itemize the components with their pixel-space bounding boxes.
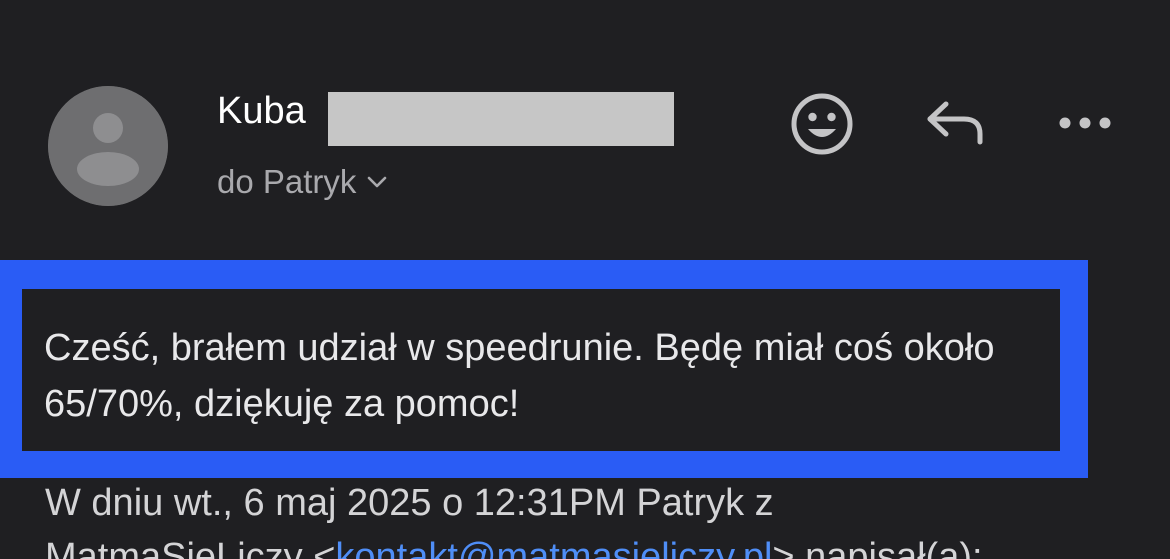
person-avatar-icon <box>48 86 168 206</box>
redacted-surname <box>328 92 674 146</box>
quote-line-sender: MatmaSieLiczy <kontakt@matmasieliczy.pl>… <box>45 530 1155 559</box>
message-body: Cześć, brałem udział w speedrunie. Będę … <box>44 327 995 425</box>
quoted-header: W dniu wt., 6 maj 2025 o 12:31PM Patryk … <box>45 476 1155 559</box>
recipient-label: do Patryk <box>217 163 357 200</box>
sender-name[interactable]: Kuba <box>217 88 306 134</box>
quote-line-date: W dniu wt., 6 maj 2025 o 12:31PM Patryk … <box>45 482 774 524</box>
sender-avatar[interactable] <box>48 86 168 206</box>
reply-button[interactable] <box>924 98 986 148</box>
more-dots-icon <box>1059 117 1111 129</box>
quote-sender-suffix: > napisał(a): <box>772 536 983 559</box>
reply-arrow-icon <box>927 101 983 145</box>
sender-email-link[interactable]: kontakt@matmasieliczy.pl <box>335 536 772 559</box>
add-reaction-button[interactable] <box>789 91 855 157</box>
quote-sender-prefix: MatmaSieLiczy < <box>45 536 336 559</box>
more-options-button[interactable] <box>1056 108 1114 138</box>
message-body-box: Cześć, brałem udział w speedrunie. Będę … <box>22 289 1060 451</box>
email-view: Kuba do Patryk Cześć, brałem udział w sp… <box>0 0 1170 559</box>
recipient-toggle[interactable]: do Patryk <box>217 162 388 202</box>
highlight-frame: Cześć, brałem udział w speedrunie. Będę … <box>0 260 1088 478</box>
smiley-icon <box>791 93 853 155</box>
chevron-down-icon <box>368 176 387 188</box>
